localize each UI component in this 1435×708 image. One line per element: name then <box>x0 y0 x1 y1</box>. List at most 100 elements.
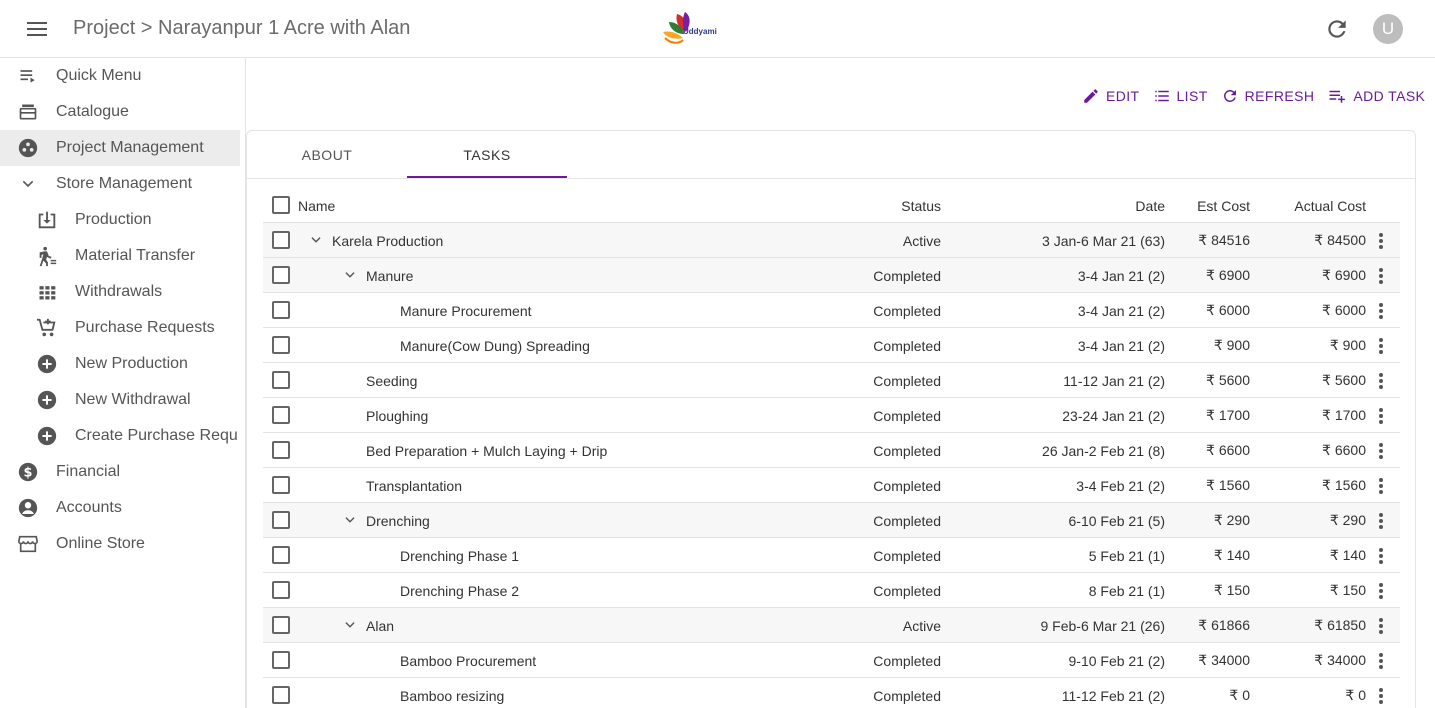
hamburger-menu-icon[interactable] <box>20 13 54 45</box>
task-date: 5 Feb 21 (1) <box>1088 547 1165 564</box>
table-row[interactable]: Manure(Cow Dung) Spreading Completed 3-4 J… <box>263 328 1400 363</box>
task-name[interactable]: Manure(Cow Dung) Spreading <box>400 328 590 363</box>
more-vert-icon[interactable] <box>1372 371 1390 391</box>
more-vert-icon[interactable] <box>1372 406 1390 426</box>
more-vert-icon[interactable] <box>1372 231 1390 251</box>
task-est-cost: ₹ 1700 <box>1206 407 1250 423</box>
chevron-down-icon[interactable] <box>342 617 358 633</box>
table-row[interactable]: Manure Completed 3-4 Jan 21 (2) ₹ 6900 ₹ 690… <box>263 258 1400 293</box>
task-name[interactable]: Drenching <box>366 503 430 538</box>
table-row[interactable]: Bamboo Procurement Completed 9-10 Feb 21 (… <box>263 643 1400 678</box>
sidebar-item-catalogue[interactable]: Catalogue <box>0 94 240 130</box>
header-date[interactable]: Date <box>1135 188 1165 223</box>
header-name[interactable]: Name <box>298 188 335 223</box>
list-label: LIST <box>1176 88 1208 104</box>
more-vert-icon[interactable] <box>1372 511 1390 531</box>
row-checkbox[interactable] <box>272 581 290 599</box>
row-checkbox[interactable] <box>272 371 290 389</box>
row-checkbox[interactable] <box>272 301 290 319</box>
sidebar-item-withdrawals[interactable]: Withdrawals <box>0 274 240 310</box>
more-vert-icon[interactable] <box>1372 546 1390 566</box>
table-row[interactable]: Transplantation Completed 3-4 Feb 21 (2) ₹ … <box>263 468 1400 503</box>
sidebar-item-accounts[interactable]: Accounts <box>0 490 240 526</box>
table-row[interactable]: Drenching Completed 6-10 Feb 21 (5) ₹ 290 ₹ … <box>263 503 1400 538</box>
more-vert-icon[interactable] <box>1372 616 1390 636</box>
more-vert-icon[interactable] <box>1372 301 1390 321</box>
chevron-down-icon[interactable] <box>342 267 358 283</box>
row-checkbox[interactable] <box>272 406 290 424</box>
task-name[interactable]: Ploughing <box>366 398 428 433</box>
more-vert-icon[interactable] <box>1372 476 1390 496</box>
sidebar-item-online-store[interactable]: Online Store <box>0 526 240 562</box>
add-task-button[interactable]: ADD TASK <box>1327 87 1425 105</box>
table-row[interactable]: Bamboo resizing Completed 11-12 Feb 21 (2)… <box>263 678 1400 708</box>
table-row[interactable]: Karela Production Active 3 Jan-6 Mar 21 (6… <box>263 223 1400 258</box>
task-date: 3-4 Jan 21 (2) <box>1077 337 1165 354</box>
task-name[interactable]: Manure <box>366 258 413 293</box>
table-row[interactable]: Manure Procurement Completed 3-4 Jan 21 (2… <box>263 293 1400 328</box>
more-vert-icon[interactable] <box>1372 651 1390 671</box>
avatar[interactable]: U <box>1373 14 1403 44</box>
task-name[interactable]: Bamboo resizing <box>400 678 504 708</box>
header-status[interactable]: Status <box>901 188 941 223</box>
header-est-cost[interactable]: Est Cost <box>1197 188 1250 223</box>
sidebar-item-quick-menu[interactable]: Quick Menu <box>0 58 240 94</box>
more-vert-icon[interactable] <box>1372 266 1390 286</box>
table-row[interactable]: Drenching Phase 1 Completed 5 Feb 21 (1) ₹ … <box>263 538 1400 573</box>
tab-about[interactable]: ABOUT <box>247 131 407 179</box>
list-button[interactable]: LIST <box>1153 87 1208 105</box>
sidebar-item-production[interactable]: Production <box>0 202 240 238</box>
refresh-button[interactable]: REFRESH <box>1221 87 1315 105</box>
task-status: Completed <box>873 337 941 354</box>
table-row[interactable]: Seeding Completed 11-12 Jan 21 (2) ₹ 5600 ₹ … <box>263 363 1400 398</box>
sidebar-item-label: Store Management <box>56 175 193 192</box>
row-checkbox[interactable] <box>272 511 290 529</box>
sidebar-item-purchase-requests[interactable]: Purchase Requests <box>0 310 240 346</box>
header-actual-cost[interactable]: Actual Cost <box>1294 188 1366 223</box>
row-checkbox[interactable] <box>272 546 290 564</box>
sidebar-item-label: Project Management <box>56 139 204 156</box>
row-checkbox[interactable] <box>272 616 290 634</box>
row-checkbox[interactable] <box>272 266 290 284</box>
sidebar-item-new-production[interactable]: New Production <box>0 346 240 382</box>
row-checkbox[interactable] <box>272 686 290 704</box>
table-row[interactable]: Bed Preparation + Mulch Laying + Drip Com… <box>263 433 1400 468</box>
row-checkbox[interactable] <box>272 231 290 249</box>
task-actual-cost: ₹ 0 <box>1345 687 1366 703</box>
more-vert-icon[interactable] <box>1372 336 1390 356</box>
task-name[interactable]: Bamboo Procurement <box>400 643 536 678</box>
row-checkbox[interactable] <box>272 476 290 494</box>
chevron-down-icon[interactable] <box>342 512 358 528</box>
task-name[interactable]: Alan <box>366 608 394 643</box>
task-name[interactable]: Karela Production <box>332 223 443 258</box>
sidebar-item-label: Accounts <box>56 499 122 516</box>
chevron-down-icon[interactable] <box>308 232 324 248</box>
task-name[interactable]: Manure Procurement <box>400 293 532 328</box>
sidebar-item-new-withdrawal[interactable]: New Withdrawal <box>0 382 240 418</box>
row-checkbox[interactable] <box>272 651 290 669</box>
row-checkbox[interactable] <box>272 336 290 354</box>
sidebar-item-project-management[interactable]: Project Management <box>0 130 240 166</box>
row-checkbox[interactable] <box>272 441 290 459</box>
table-row[interactable]: Drenching Phase 2 Completed 8 Feb 21 (1) ₹ … <box>263 573 1400 608</box>
refresh-icon[interactable] <box>1324 16 1350 42</box>
sidebar-item-create-purchase-request[interactable]: Create Purchase Requ <box>0 418 240 454</box>
more-vert-icon[interactable] <box>1372 441 1390 461</box>
task-name[interactable]: Bed Preparation + Mulch Laying + Drip <box>366 433 607 468</box>
sidebar-item-store-management[interactable]: Store Management <box>0 166 240 202</box>
more-vert-icon[interactable] <box>1372 686 1390 706</box>
table-row[interactable]: Alan Active 9 Feb-6 Mar 21 (26) ₹ 61866 ₹ 61… <box>263 608 1400 643</box>
task-name[interactable]: Drenching Phase 1 <box>400 538 519 573</box>
edit-button[interactable]: EDIT <box>1082 87 1140 105</box>
task-actual-cost: ₹ 140 <box>1329 547 1366 563</box>
sidebar-item-material-transfer[interactable]: Material Transfer <box>0 238 240 274</box>
edit-icon <box>1084 89 1098 103</box>
tab-tasks[interactable]: TASKS <box>407 131 567 179</box>
select-all-checkbox[interactable] <box>272 196 290 214</box>
more-vert-icon[interactable] <box>1372 581 1390 601</box>
task-name[interactable]: Transplantation <box>366 468 462 503</box>
task-name[interactable]: Seeding <box>366 363 417 398</box>
sidebar-item-financial[interactable]: $ Financial <box>0 454 240 490</box>
task-name[interactable]: Drenching Phase 2 <box>400 573 519 608</box>
table-row[interactable]: Ploughing Completed 23-24 Jan 21 (2) ₹ 1700… <box>263 398 1400 433</box>
